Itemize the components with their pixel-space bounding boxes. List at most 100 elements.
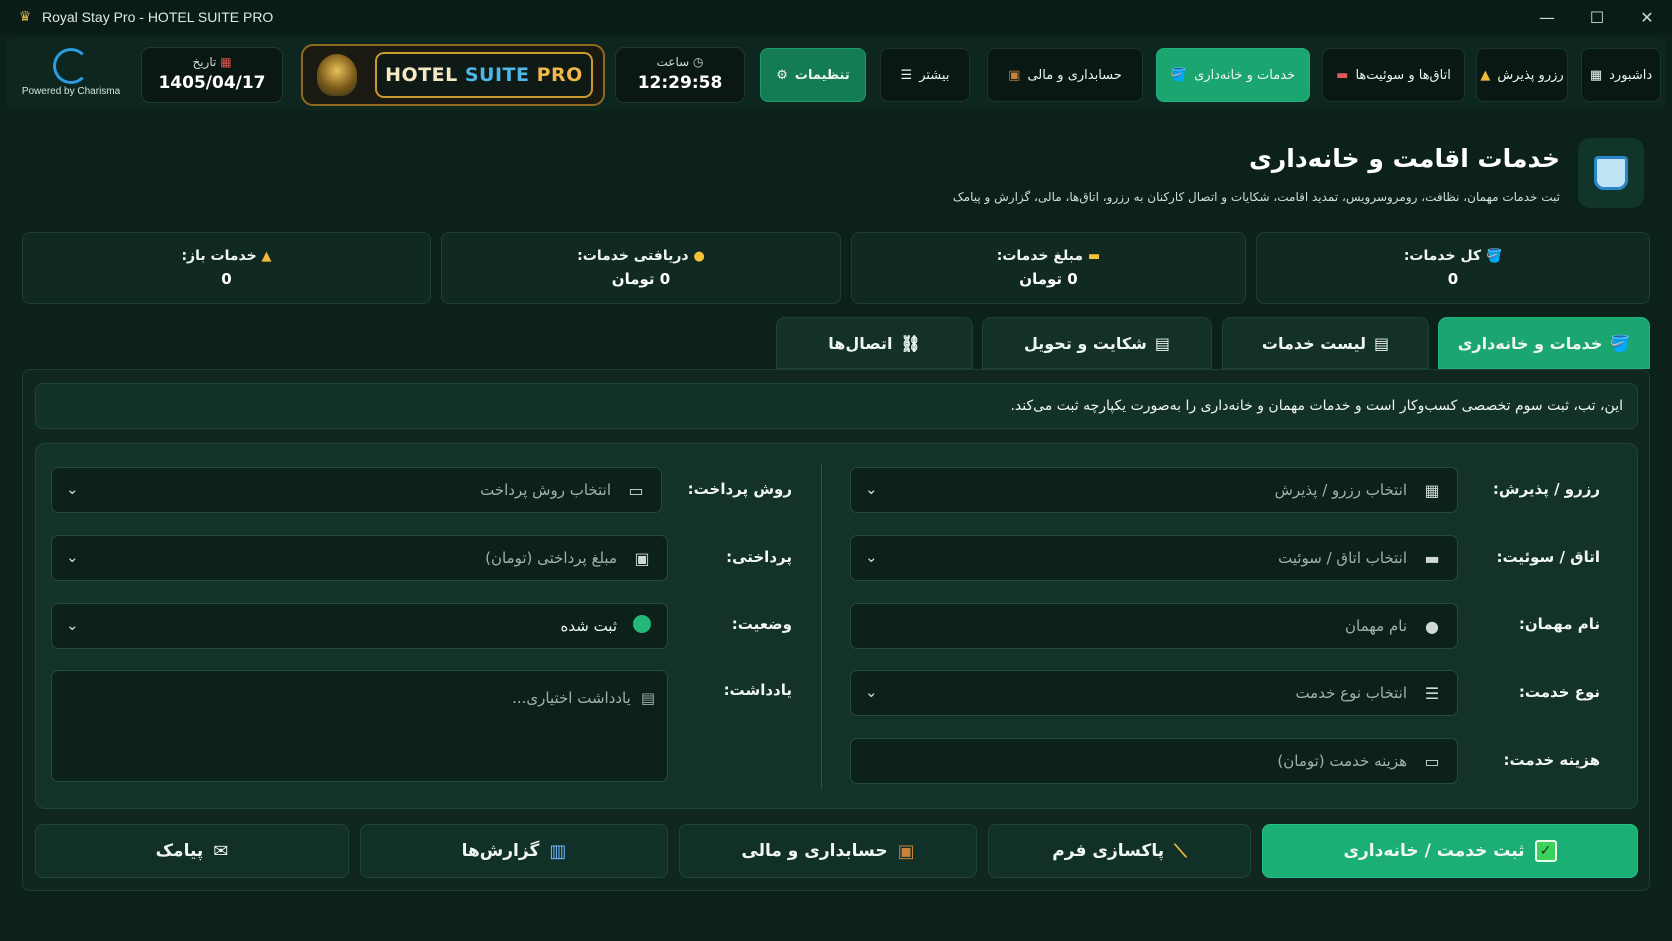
time-label: ساعت bbox=[656, 55, 690, 69]
status-label: وضعیت: bbox=[731, 615, 792, 633]
reservation-select[interactable]: ▦ انتخاب رزرو / پذیرش ⌄ bbox=[850, 467, 1458, 513]
chevron-down-icon: ⌄ bbox=[66, 548, 79, 566]
room-label: اتاق / سوئیت: bbox=[1496, 548, 1600, 566]
calendar-icon: ▦ bbox=[220, 55, 232, 69]
card-icon: ▭ bbox=[1424, 751, 1440, 771]
status-select[interactable]: ثبت شده ⌄ bbox=[51, 603, 668, 649]
tab-complaints[interactable]: ▤ شکایت و تحویل bbox=[982, 317, 1212, 369]
bar-chart-icon: ▥ bbox=[549, 840, 567, 862]
nav-more-button[interactable]: ☰ بیشتر bbox=[880, 48, 970, 102]
card-icon: ▭ bbox=[628, 480, 644, 500]
stat-received-value: 0 تومان bbox=[611, 270, 671, 288]
stat-services-amount: ▬ مبلغ خدمات: 0 تومان bbox=[851, 232, 1246, 304]
housekeeping-bucket-icon bbox=[1578, 138, 1644, 208]
card-icon: ▬ bbox=[1087, 249, 1101, 264]
room-select[interactable]: ▬ انتخاب اتاق / سوئیت ⌄ bbox=[850, 535, 1458, 581]
stat-amount-value: 0 تومان bbox=[1019, 270, 1078, 288]
bell-icon: ▲ bbox=[1480, 67, 1491, 83]
chevron-down-icon: ⌄ bbox=[66, 480, 79, 498]
bell-icon: ▲ bbox=[261, 249, 272, 264]
charisma-logo-icon bbox=[53, 48, 89, 84]
briefcase-icon: ▣ bbox=[897, 840, 915, 862]
minimize-button[interactable]: — bbox=[1522, 0, 1572, 34]
sms-button[interactable]: ✉ پیامک bbox=[35, 824, 349, 878]
chevron-down-icon: ⌄ bbox=[66, 616, 79, 634]
stat-total-services: 🪣 کل خدمات: 0 bbox=[1256, 232, 1650, 304]
window-titlebar: ♛ Royal Stay Pro - HOTEL SUITE PRO — ☐ ✕ bbox=[0, 0, 1672, 34]
form-divider bbox=[821, 463, 822, 789]
bed-icon: ▬ bbox=[1336, 67, 1349, 83]
page-subtitle: ثبت خدمات مهمان، نظافت، رومروسرویس، تمدی… bbox=[952, 190, 1560, 204]
bucket-icon: 🪣 bbox=[1170, 67, 1188, 83]
maximize-button[interactable]: ☐ bbox=[1572, 0, 1622, 34]
submit-service-button[interactable]: ✓ ثبت خدمت / خانه‌داری bbox=[1262, 824, 1638, 878]
payment-method-select[interactable]: ▭ انتخاب روش پرداخت ⌄ bbox=[51, 467, 662, 513]
clear-form-button[interactable]: ⟋ پاکسازی فرم bbox=[988, 824, 1251, 878]
date-label: تاریخ bbox=[192, 55, 217, 69]
service-cost-label: هزینه خدمت: bbox=[1503, 751, 1600, 769]
accounting-button[interactable]: ▣ حسابداری و مالی bbox=[679, 824, 977, 878]
hotel-suite-pro-badge: HOTEL SUITE PRO bbox=[301, 44, 605, 106]
note-textarea[interactable]: ▤ یادداشت اختیاری... bbox=[51, 670, 668, 782]
close-button[interactable]: ✕ bbox=[1622, 0, 1672, 34]
date-display: تاریخ ▦ 1405/04/17 bbox=[141, 47, 283, 103]
nav-services-button[interactable]: 🪣 خدمات و خانه‌داری bbox=[1156, 48, 1310, 102]
clipboard-icon: ▤ bbox=[1154, 333, 1171, 353]
nav-dashboard-button[interactable]: ▦ داشبورد bbox=[1581, 48, 1661, 102]
money-bag-icon: ● bbox=[693, 249, 705, 264]
bucket-icon: 🪣 bbox=[1610, 333, 1631, 353]
clock-icon: ◷ bbox=[693, 55, 704, 69]
tab-service-list[interactable]: ▤ لیست خدمات bbox=[1222, 317, 1429, 369]
tab-connections[interactable]: ⛓ اتصال‌ها bbox=[776, 317, 973, 369]
time-value: 12:29:58 bbox=[637, 73, 723, 93]
stat-open-value: 0 bbox=[221, 270, 232, 288]
briefcase-icon: ▣ bbox=[1008, 67, 1021, 83]
chevron-down-icon: ⌄ bbox=[865, 548, 878, 566]
gear-icon: ⚙ bbox=[776, 67, 788, 83]
window-title: Royal Stay Pro - HOTEL SUITE PRO bbox=[42, 9, 274, 25]
status-value: ثبت شده bbox=[560, 617, 618, 635]
chevron-down-icon: ⌄ bbox=[865, 480, 878, 498]
top-toolbar: Powered by Charisma تاریخ ▦ 1405/04/17 H… bbox=[6, 38, 1666, 110]
tab-services-housekeeping[interactable]: 🪣 خدمات و خانه‌داری bbox=[1438, 317, 1650, 369]
nav-reservation-button[interactable]: ▲ رزرو پذیرش bbox=[1476, 48, 1568, 102]
stat-total-value: 0 bbox=[1447, 270, 1459, 288]
reports-button[interactable]: ▥ گزارش‌ها bbox=[360, 824, 668, 878]
bucket-icon: 🪣 bbox=[1485, 249, 1503, 264]
cash-icon: ▣ bbox=[634, 548, 650, 568]
broom-icon: ⟋ bbox=[1174, 840, 1187, 862]
powered-by-text: Powered by Charisma bbox=[21, 86, 121, 97]
hotel-crest-icon bbox=[317, 54, 357, 96]
reservation-label: رزرو / پذیرش: bbox=[1492, 480, 1600, 498]
menu-icon: ☰ bbox=[900, 67, 913, 83]
nav-accounting-button[interactable]: ▣ حسابداری و مالی bbox=[987, 48, 1143, 102]
paid-amount-input[interactable]: ▣ مبلغ پرداختی (تومان) ⌄ bbox=[51, 535, 668, 581]
calendar-icon: ▦ bbox=[1424, 480, 1440, 500]
dashboard-icon: ▦ bbox=[1589, 67, 1603, 83]
guest-label: نام مهمان: bbox=[1518, 615, 1600, 633]
brand-logo-block: Powered by Charisma bbox=[16, 44, 126, 108]
app-crown-icon: ♛ bbox=[18, 9, 32, 25]
page-header: خدمات اقامت و خانه‌داری ثبت خدمات مهمان،… bbox=[844, 138, 1644, 210]
service-type-select[interactable]: ☰ انتخاب نوع خدمت ⌄ bbox=[850, 670, 1458, 716]
chevron-down-icon: ⌄ bbox=[865, 683, 878, 701]
service-cost-input[interactable]: ▭ هزینه خدمت (تومان) bbox=[850, 738, 1458, 784]
time-display: ساعت ◷ 12:29:58 bbox=[615, 47, 745, 103]
stat-services-received: ● دریافتی خدمات: 0 تومان bbox=[441, 232, 841, 304]
payment-method-label: روش پرداخت: bbox=[687, 480, 792, 498]
clipboard-icon: ▤ bbox=[640, 689, 655, 707]
window-controls: — ☐ ✕ bbox=[1522, 0, 1672, 34]
envelope-icon: ✉ bbox=[213, 840, 229, 862]
user-icon: ● bbox=[1425, 616, 1439, 636]
page-title: خدمات اقامت و خانه‌داری bbox=[1248, 144, 1560, 173]
guest-name-input[interactable]: ● نام مهمان bbox=[850, 603, 1458, 649]
info-banner: این، تب، ثبت سوم تخصصی کسب‌وکار است و خد… bbox=[35, 383, 1638, 429]
link-icon: ⛓ bbox=[900, 333, 921, 353]
paid-label: پرداختی: bbox=[726, 548, 792, 566]
stat-open-services: ▲ خدمات باز: 0 bbox=[22, 232, 431, 304]
service-type-label: نوع خدمت: bbox=[1518, 683, 1600, 701]
bed-icon: ▬ bbox=[1424, 548, 1440, 568]
check-icon: ✓ bbox=[1534, 840, 1557, 862]
nav-settings-button[interactable]: ⚙ تنظیمات bbox=[760, 48, 866, 102]
nav-rooms-button[interactable]: ▬ اتاق‌ها و سوئیت‌ها bbox=[1322, 48, 1465, 102]
